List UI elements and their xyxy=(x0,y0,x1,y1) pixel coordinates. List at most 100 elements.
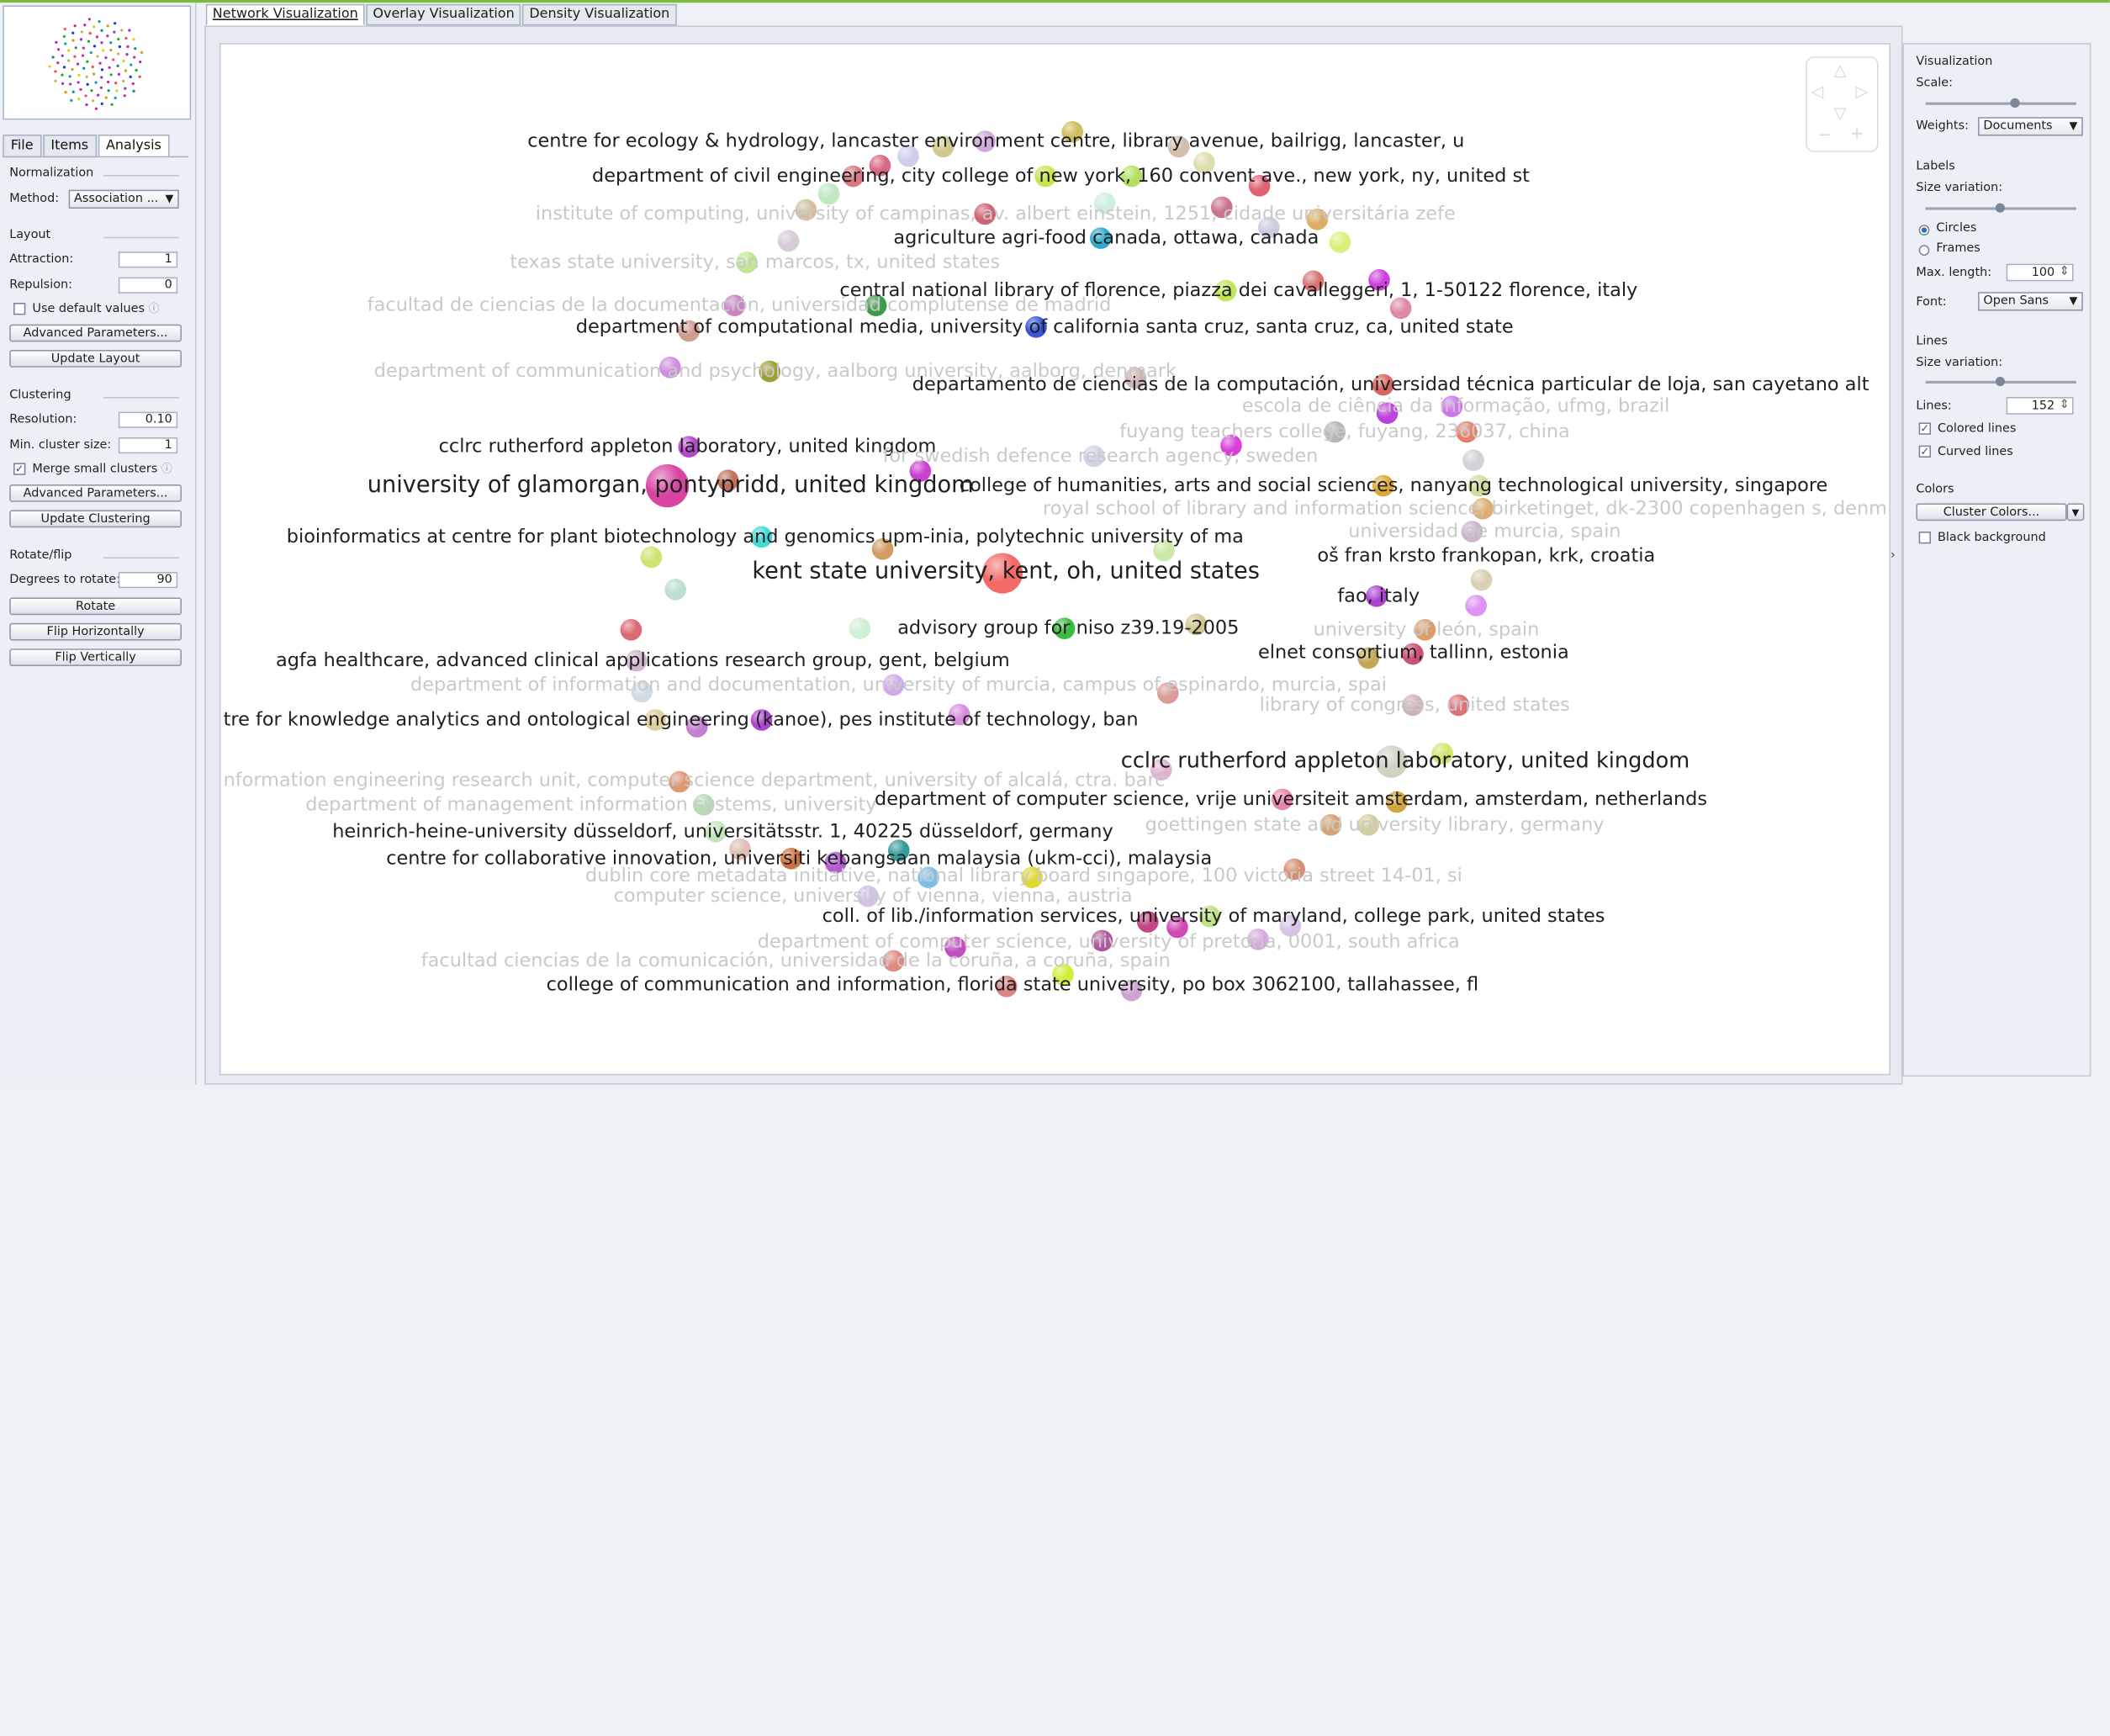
update-clustering-button[interactable]: Update Clustering xyxy=(9,510,182,528)
node-label[interactable]: royal school of library and information … xyxy=(1043,497,1887,519)
cluster-colors-button[interactable]: Cluster Colors... xyxy=(1916,503,2067,521)
node-label[interactable]: fao, italy xyxy=(1337,585,1420,606)
zoom-in-icon[interactable]: + xyxy=(1850,124,1864,142)
node-label[interactable]: cclrc rutherford appleton laboratory, un… xyxy=(439,436,937,458)
min-cluster-size-input[interactable]: 1 xyxy=(118,437,178,454)
node-label[interactable]: department of civil engineering, city co… xyxy=(592,165,1530,187)
rotate-button[interactable]: Rotate xyxy=(9,597,182,616)
repulsion-input[interactable]: 0 xyxy=(118,277,178,294)
pan-right-icon[interactable]: ▷ xyxy=(1855,82,1868,101)
help-icon[interactable]: ⓘ xyxy=(149,303,160,315)
node-label[interactable]: advisory group for niso z39.19-2005 xyxy=(897,617,1239,639)
colored-lines-checkbox[interactable]: ✓ xyxy=(1918,422,1931,435)
overview-dot xyxy=(125,53,129,56)
node-label[interactable]: university of glamorgan, pontypridd, uni… xyxy=(368,472,974,498)
cluster-colors-dropdown[interactable]: ▼ xyxy=(2066,503,2085,521)
frames-radio[interactable] xyxy=(1918,245,1930,256)
clustering-advanced-parameters-button[interactable]: Advanced Parameters... xyxy=(9,484,182,502)
lines-size-slider[interactable] xyxy=(1925,377,2076,387)
overview-dot xyxy=(68,75,71,78)
node-label[interactable]: bioinformatics at centre for plant biote… xyxy=(287,526,1244,548)
weights-select[interactable]: Documents ▼ xyxy=(1978,117,2083,136)
node-label[interactable]: department of information and documentat… xyxy=(410,674,1387,696)
update-layout-button[interactable]: Update Layout xyxy=(9,350,182,368)
network-node[interactable] xyxy=(620,619,643,641)
scale-slider[interactable] xyxy=(1925,98,2076,108)
circles-radio[interactable] xyxy=(1918,225,1930,236)
pan-up-icon[interactable]: △ xyxy=(1834,61,1847,79)
network-node[interactable] xyxy=(1329,231,1351,253)
curved-lines-checkbox[interactable]: ✓ xyxy=(1918,445,1931,458)
degrees-input[interactable]: 90 xyxy=(118,572,178,589)
node-label[interactable]: facultad de ciencias de la documentación… xyxy=(368,294,1112,316)
node-label[interactable]: agfa healthcare, advanced clinical appli… xyxy=(276,649,1010,671)
node-label[interactable]: department of computer science, vrije un… xyxy=(875,788,1707,810)
font-select[interactable]: Open Sans ▼ xyxy=(1978,292,2083,311)
tab-network-visualization[interactable]: Network Visualization xyxy=(205,3,365,26)
lines-count-input[interactable]: 152 xyxy=(2006,397,2074,415)
node-label[interactable]: texas state university, san marcos, tx, … xyxy=(510,251,1000,273)
tab-items[interactable]: Items xyxy=(42,135,97,158)
network-node[interactable] xyxy=(1462,449,1484,471)
node-label[interactable]: facultad ciencias de la comunicación, un… xyxy=(421,950,1171,971)
layout-advanced-parameters-button[interactable]: Advanced Parameters... xyxy=(9,324,182,342)
node-label[interactable]: kent state university, kent, oh, united … xyxy=(752,558,1259,585)
node-label[interactable]: departamento de ciencias de la computaci… xyxy=(912,373,1869,395)
use-default-checkbox[interactable] xyxy=(13,303,26,315)
collapse-panel-icon[interactable]: › xyxy=(1891,549,1896,563)
node-label[interactable]: library of congress, united states xyxy=(1260,694,1570,716)
labels-size-slider[interactable] xyxy=(1925,203,2076,213)
network-node[interactable] xyxy=(849,617,871,639)
node-label[interactable]: centre for ecology & hydrology, lancaste… xyxy=(527,130,1464,152)
node-label[interactable]: college of humanities, arts and social s… xyxy=(960,474,1828,496)
node-label[interactable]: computer science, university of vienna, … xyxy=(614,885,1133,907)
network-node[interactable] xyxy=(1470,569,1493,591)
node-label[interactable]: escola de ciência da informação, ufmg, b… xyxy=(1242,395,1670,417)
merge-small-clusters-checkbox[interactable]: ✓ xyxy=(13,463,26,475)
node-label[interactable]: department of management information sys… xyxy=(305,793,876,815)
flip-vertically-button[interactable]: Flip Vertically xyxy=(9,648,182,666)
max-length-input[interactable]: 100 xyxy=(2006,263,2074,282)
zoom-pan-control[interactable]: △ ◁ ▷ ▽ − + xyxy=(1806,56,1879,152)
tab-density-visualization[interactable]: Density Visualization xyxy=(522,3,677,26)
node-label[interactable]: university of león, spain xyxy=(1314,618,1540,640)
overview-minimap[interactable] xyxy=(3,5,192,120)
network-canvas[interactable]: centre for ecology & hydrology, lancaste… xyxy=(219,43,1891,1076)
node-label[interactable]: cclrc rutherford appleton laboratory, un… xyxy=(1121,749,1690,774)
method-select[interactable]: Association ... ▼ xyxy=(68,189,179,209)
node-label[interactable]: institute of computing, university of ca… xyxy=(536,203,1456,225)
node-label[interactable]: dublin core metadata initiative, nationa… xyxy=(585,865,1462,887)
node-label[interactable]: agriculture agri-food canada, ottawa, ca… xyxy=(893,227,1319,249)
network-node[interactable] xyxy=(664,579,686,601)
tab-analysis[interactable]: Analysis xyxy=(98,135,170,158)
node-label[interactable]: heinrich-heine-university düsseldorf, un… xyxy=(332,820,1113,842)
pan-down-icon[interactable]: ▽ xyxy=(1834,103,1847,122)
tab-overlay-visualization[interactable]: Overlay Visualization xyxy=(366,3,521,26)
node-label[interactable]: tre for knowledge analytics and ontologi… xyxy=(224,709,1139,731)
slider-thumb[interactable] xyxy=(1995,377,2005,387)
flip-horizontally-button[interactable]: Flip Horizontally xyxy=(9,622,182,641)
attraction-input[interactable]: 1 xyxy=(118,251,178,268)
zoom-out-icon[interactable]: − xyxy=(1818,125,1832,144)
node-label[interactable]: department of computational media, unive… xyxy=(576,315,1514,337)
resolution-input[interactable]: 0.10 xyxy=(118,411,178,428)
node-label[interactable]: fuyang teachers college, fuyang, 236037,… xyxy=(1119,421,1570,442)
tab-file[interactable]: File xyxy=(3,135,42,158)
network-graph[interactable]: centre for ecology & hydrology, lancaste… xyxy=(220,45,1891,1076)
node-label[interactable]: universidad de murcia, spain xyxy=(1348,521,1621,542)
black-background-checkbox[interactable] xyxy=(1918,532,1931,544)
overview-dot xyxy=(124,36,128,40)
help-icon[interactable]: ⓘ xyxy=(161,463,172,474)
network-node[interactable] xyxy=(640,546,663,569)
node-label[interactable]: for swedish defence research agency, swe… xyxy=(883,445,1319,467)
node-label[interactable]: elnet consortium, tallinn, estonia xyxy=(1258,642,1569,664)
slider-thumb[interactable] xyxy=(1995,203,2005,213)
network-node[interactable] xyxy=(1465,595,1487,617)
node-label[interactable]: goettingen state and university library,… xyxy=(1145,813,1605,835)
node-label[interactable]: coll. of lib./information services, univ… xyxy=(822,905,1605,927)
network-node[interactable] xyxy=(777,230,800,252)
node-label[interactable]: college of communication and information… xyxy=(547,974,1478,996)
pan-left-icon[interactable]: ◁ xyxy=(1811,82,1824,101)
slider-thumb[interactable] xyxy=(2010,98,2020,108)
node-label[interactable]: oš fran krsto frankopan, krk, croatia xyxy=(1317,544,1655,566)
